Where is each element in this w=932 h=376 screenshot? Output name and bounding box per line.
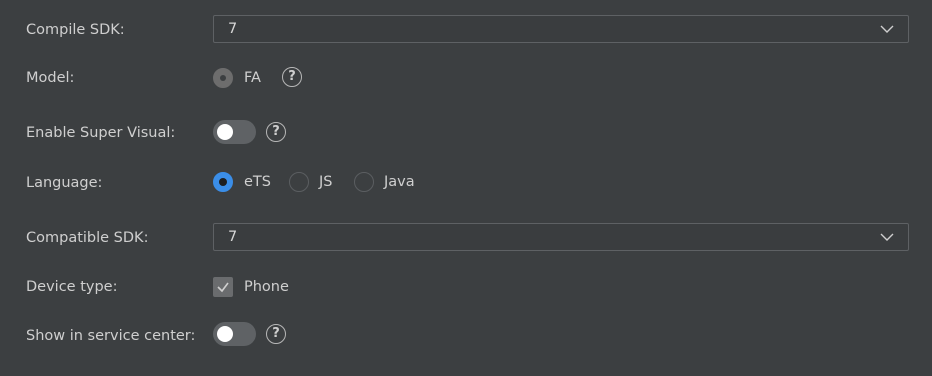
service-center-label: Show in service center: (26, 328, 196, 344)
compile-sdk-dropdown[interactable]: 7 (213, 15, 909, 43)
language-label: Language: (26, 175, 103, 191)
language-option-java: Java (384, 174, 415, 190)
super-visual-toggle[interactable] (213, 120, 256, 144)
checkmark-icon (217, 282, 229, 293)
model-option-label: FA (244, 70, 261, 86)
chevron-down-icon (880, 25, 894, 33)
help-icon[interactable]: ? (282, 67, 302, 87)
compatible-sdk-dropdown[interactable]: 7 (213, 223, 909, 251)
device-type-option-label: Phone (244, 279, 289, 295)
chevron-down-icon (880, 233, 894, 241)
model-radio-fa[interactable] (213, 68, 233, 88)
model-label: Model: (26, 70, 75, 86)
super-visual-label: Enable Super Visual: (26, 125, 176, 141)
language-option-js: JS (319, 174, 333, 190)
help-icon[interactable]: ? (266, 324, 286, 344)
device-type-checkbox-phone[interactable] (213, 277, 233, 297)
service-center-toggle[interactable] (213, 322, 256, 346)
device-type-label: Device type: (26, 279, 118, 295)
compatible-sdk-value: 7 (228, 229, 238, 245)
language-option-ets: eTS (244, 174, 271, 190)
language-radio-js[interactable] (289, 172, 309, 192)
toggle-knob (217, 124, 233, 140)
language-radio-java[interactable] (354, 172, 374, 192)
language-radio-ets[interactable] (213, 172, 233, 192)
compatible-sdk-label: Compatible SDK: (26, 230, 149, 246)
compile-sdk-label: Compile SDK: (26, 22, 125, 38)
help-icon[interactable]: ? (266, 122, 286, 142)
toggle-knob (217, 326, 233, 342)
compile-sdk-value: 7 (228, 21, 238, 37)
